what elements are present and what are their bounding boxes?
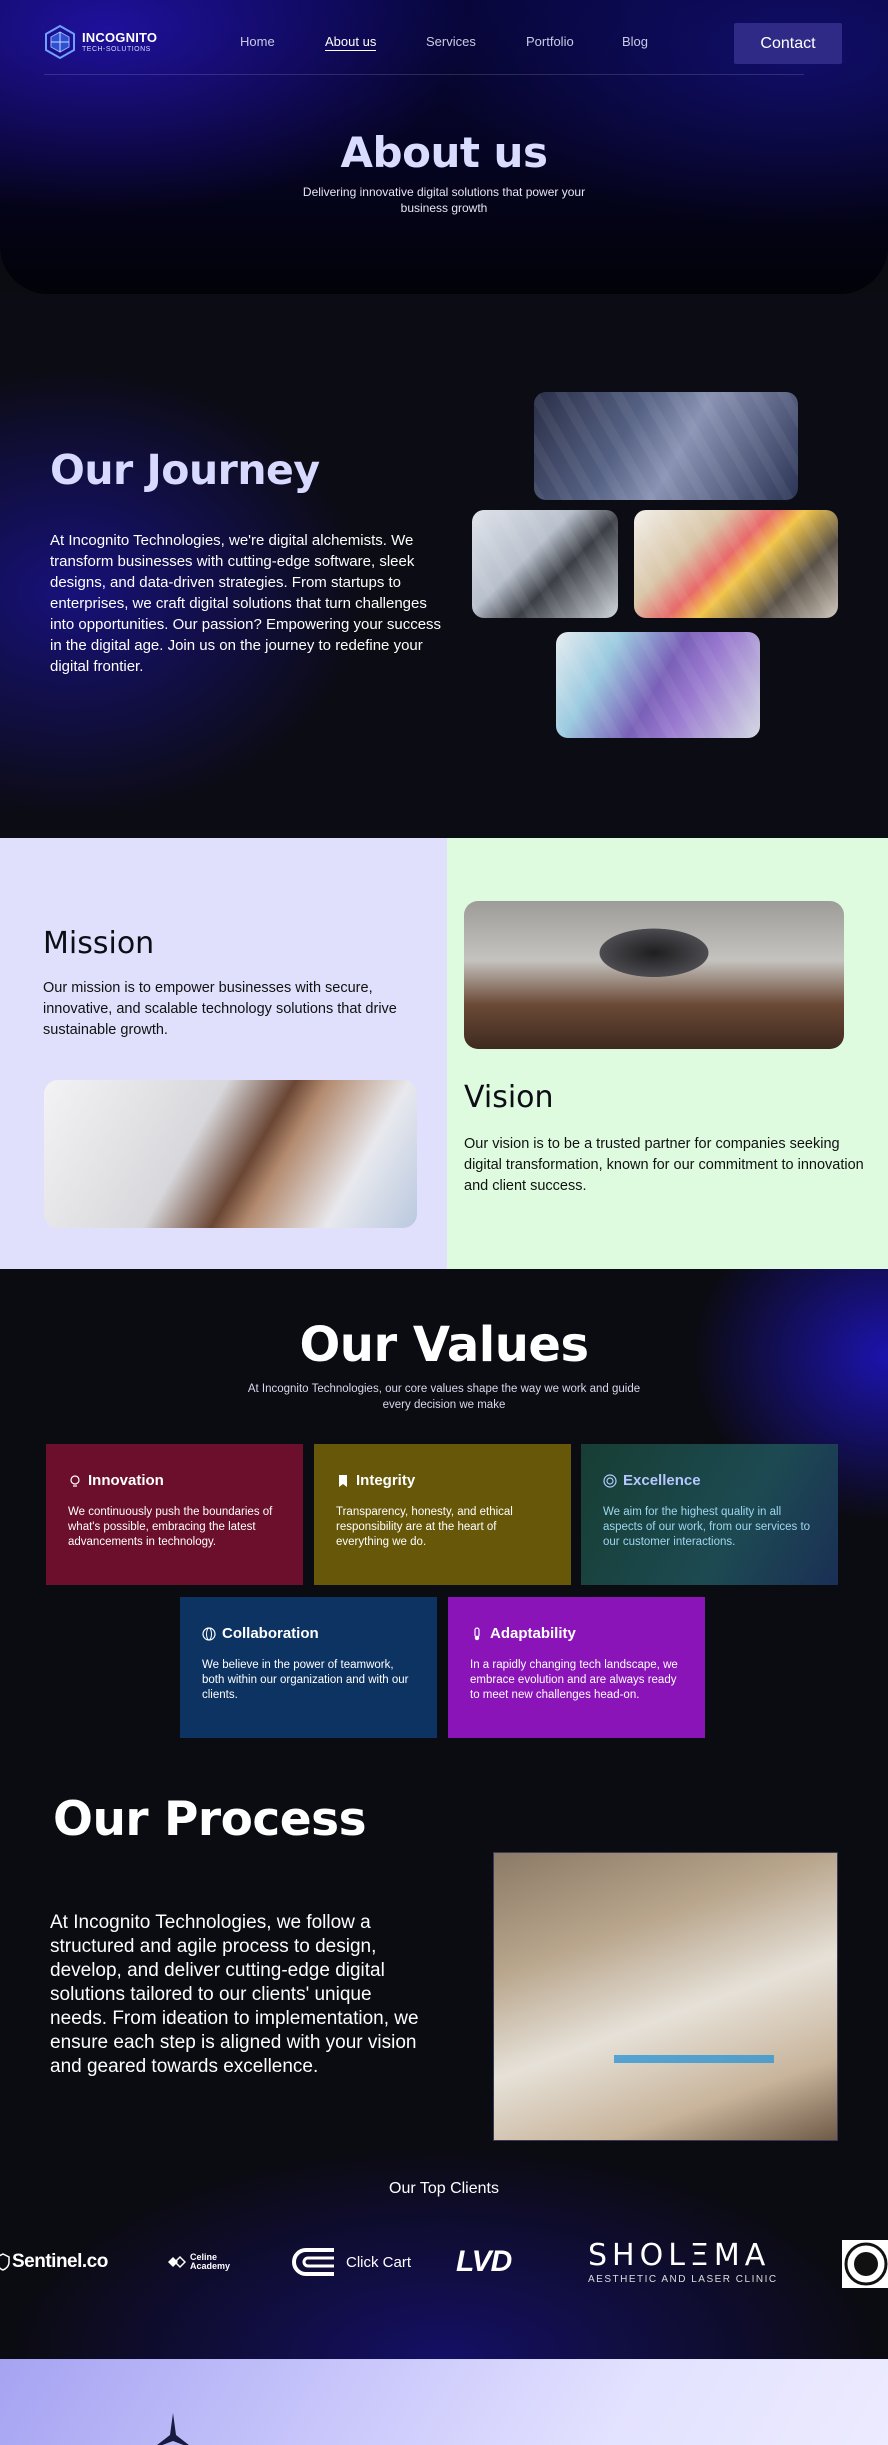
cart-c-icon	[292, 2248, 334, 2276]
vr-headset-photo	[464, 901, 844, 1049]
page-title: About us	[340, 128, 548, 177]
clients-title: Our Top Clients	[389, 2180, 499, 2197]
globe-icon	[202, 1626, 216, 1641]
client-logo-sholema[interactable]: SHOLΞMA AESTHETIC AND LASER CLINIC	[588, 2238, 778, 2286]
value-card-body: We aim for the highest quality in all as…	[603, 1506, 811, 1548]
value-card-title: Collaboration	[222, 1625, 319, 1642]
client-logo-text: SHOLΞMA	[588, 2238, 771, 2273]
value-card-body: In a rapidly changing tech landscape, we…	[470, 1659, 678, 1701]
wireframe-sketches-photo	[556, 632, 760, 738]
values-title: Our Values	[299, 1317, 589, 1373]
client-logo-lvd[interactable]: LVD	[456, 2242, 512, 2282]
value-card-body: We believe in the power of teamwork, bot…	[202, 1659, 409, 1701]
target-icon	[603, 1473, 617, 1488]
process-body: At Incognito Technologies, we follow a s…	[50, 1912, 419, 2077]
nav-home[interactable]: Home	[240, 34, 275, 49]
analytics-report-photo	[493, 1852, 838, 2141]
mission-body: Our mission is to empower businesses wit…	[43, 980, 397, 1038]
header-divider	[44, 74, 804, 75]
sparkle-icon	[157, 2413, 189, 2445]
journey-title: Our Journey	[50, 446, 320, 494]
value-card-title: Innovation	[88, 1472, 164, 1489]
contact-button[interactable]: Contact	[734, 23, 842, 64]
client-logo-text: Academy	[190, 2261, 231, 2271]
nav-services[interactable]: Services	[426, 34, 476, 49]
process-title: Our Process	[53, 1792, 367, 1847]
sticky-notes-team-photo	[634, 510, 838, 618]
value-card-title: Excellence	[623, 1472, 701, 1489]
nav-portfolio[interactable]: Portfolio	[526, 34, 574, 49]
journey-section: Our Journey At Incognito Technologies, w…	[0, 294, 888, 838]
client-logo-seal[interactable]	[842, 2240, 888, 2288]
vision-panel: Vision Our vision is to be a trusted par…	[447, 838, 888, 1269]
value-card-body: Transparency, honesty, and ethical respo…	[336, 1506, 513, 1548]
nav-about-us[interactable]: About us	[325, 34, 377, 51]
mission-panel: Mission Our mission is to empower busine…	[0, 838, 447, 1269]
client-logo-text: LVD	[456, 2245, 512, 2278]
seal-emblem-icon	[844, 2242, 888, 2286]
office-team-photo	[472, 510, 618, 618]
value-card-innovation: Innovation We continuously push the boun…	[46, 1444, 303, 1585]
value-card-title: Integrity	[356, 1472, 416, 1489]
client-logo-sentinel[interactable]: Sentinel.co	[0, 2242, 108, 2282]
nav-blog[interactable]: Blog	[622, 34, 648, 49]
value-card-body: We continuously push the boundaries of w…	[68, 1506, 273, 1548]
vision-body: Our vision is to be a trusted partner fo…	[464, 1136, 864, 1194]
joined-hands-photo	[44, 1080, 417, 1228]
diamond-icon	[168, 2255, 186, 2269]
value-card-adaptability: Adaptability In a rapidly changing tech …	[448, 1597, 705, 1738]
client-logo-text: Click Cart	[346, 2253, 412, 2271]
client-logo-clickcart[interactable]: Click Cart	[284, 2242, 411, 2282]
page-subtitle: Delivering innovative digital solutions …	[302, 185, 586, 215]
value-card-integrity: Integrity Transparency, honesty, and eth…	[314, 1444, 571, 1585]
client-logo-text: Sentinel.co	[12, 2251, 108, 2272]
value-card-collaboration: Collaboration We believe in the power of…	[180, 1597, 437, 1738]
hero-section: INCOGNITO TECH-SOLUTIONS Home About us S…	[0, 0, 888, 294]
thermometer-icon	[474, 1626, 480, 1640]
vision-title: Vision	[464, 1080, 554, 1115]
journey-body: At Incognito Technologies, we're digital…	[50, 532, 442, 675]
bookmark-icon	[339, 1474, 347, 1487]
value-card-excellence: Excellence We aim for the highest qualit…	[581, 1444, 838, 1585]
client-logo-subtext: AESTHETIC AND LASER CLINIC	[588, 2274, 778, 2285]
client-logo-celine[interactable]: Celine Academy	[166, 2242, 230, 2282]
footer-cta-section	[0, 2359, 888, 2445]
mission-title: Mission	[43, 926, 155, 961]
shield-icon	[0, 2253, 10, 2271]
value-card-title: Adaptability	[490, 1625, 576, 1642]
values-subtitle: At Incognito Technologies, our core valu…	[247, 1383, 641, 1411]
meeting-laptop-photo	[534, 392, 798, 500]
lightbulb-icon	[70, 1474, 80, 1487]
